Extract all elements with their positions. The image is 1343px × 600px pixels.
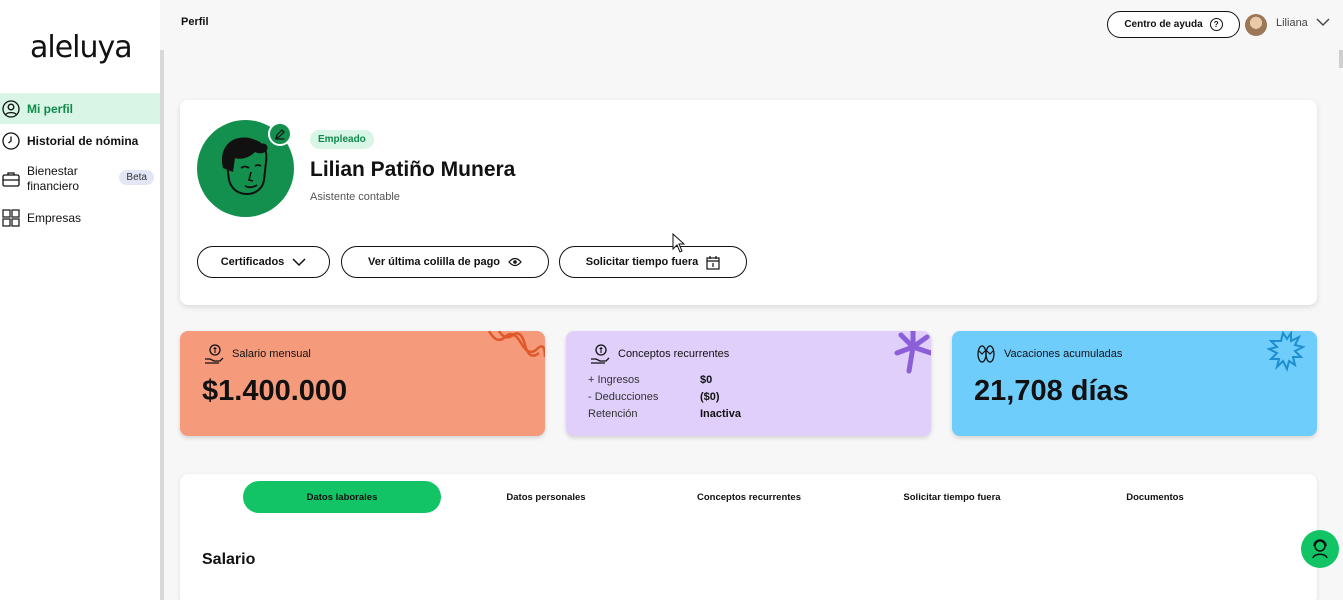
role-badge: Empleado: [310, 130, 374, 149]
sidebar-item-label: Empresas: [27, 211, 82, 225]
support-chat-button[interactable]: [1301, 530, 1339, 568]
chevron-down-icon: [292, 258, 306, 267]
sidebar-item-label: Mi perfil: [27, 101, 74, 116]
money-hand-icon: [205, 344, 224, 364]
squiggle-decoration: [487, 331, 545, 358]
salary-label: Salario mensual: [232, 348, 311, 360]
sidebar-item-empresas[interactable]: Empresas: [0, 206, 160, 230]
question-icon: ?: [1209, 18, 1223, 31]
page-title: Perfil: [181, 16, 209, 28]
vacation-label: Vacaciones acumuladas: [1004, 348, 1123, 360]
job-title: Asistente contable: [310, 191, 400, 203]
salary-value: $1.400.000: [202, 375, 348, 407]
chevron-down-icon[interactable]: [1316, 17, 1330, 27]
tab-documentos[interactable]: Documentos: [1056, 481, 1254, 513]
sandals-icon: [977, 345, 995, 363]
user-avatar[interactable]: [1245, 14, 1267, 36]
certificates-label: Certificados: [220, 256, 285, 268]
deductions-label: - Deducciones: [588, 391, 659, 403]
user-name[interactable]: Liliana: [1276, 17, 1308, 29]
grid-icon: [2, 209, 20, 227]
tab-conceptos-recurrentes[interactable]: Conceptos recurrentes: [650, 481, 848, 513]
tab-datos-personales[interactable]: Datos personales: [447, 481, 645, 513]
beta-badge: Beta: [119, 170, 154, 185]
money-hand-icon: [591, 344, 610, 364]
section-title: Salario: [202, 551, 256, 568]
deductions-value: ($0): [700, 391, 720, 403]
help-center-label: Centro de ayuda: [1124, 19, 1203, 30]
certificates-button[interactable]: Certificados: [197, 246, 330, 278]
sidebar-scrollbar[interactable]: [160, 50, 164, 600]
retention-label: Retención: [588, 408, 638, 420]
eye-icon: [508, 257, 522, 267]
income-label: + Ingresos: [588, 374, 640, 386]
income-value: $0: [700, 374, 713, 386]
recurring-concepts-card: Conceptos recurrentes + Ingresos $0 - De…: [566, 331, 931, 436]
employee-name: Lilian Patiño Munera: [310, 158, 516, 181]
request-time-off-label: Solicitar tiempo fuera: [585, 256, 699, 268]
support-agent-icon: [1312, 539, 1328, 559]
user-circle-icon: [2, 99, 20, 118]
view-payslip-button[interactable]: Ver última colilla de pago: [341, 246, 549, 278]
mouse-cursor-icon: [672, 233, 686, 253]
burst-decoration: [894, 331, 931, 374]
profile-card: Empleado Lilian Patiño Munera Asistente …: [180, 100, 1317, 305]
clock-icon: [2, 132, 20, 150]
edit-avatar-button[interactable]: [268, 122, 292, 146]
salary-card: Salario mensual $1.400.000: [180, 331, 545, 436]
logo[interactable]: aleluya: [30, 30, 133, 65]
sidebar-item-historial[interactable]: Historial de nómina: [0, 129, 160, 153]
main-scrollbar[interactable]: [1339, 50, 1343, 68]
help-center-button[interactable]: Centro de ayuda ?: [1107, 11, 1240, 38]
sidebar: aleluya Mi perfil Historial de nómina Bi…: [0, 0, 160, 600]
calendar-icon: [706, 255, 720, 270]
pencil-icon: [275, 129, 285, 140]
recurring-label: Conceptos recurrentes: [618, 348, 730, 360]
view-payslip-label: Ver última colilla de pago: [367, 256, 501, 268]
sidebar-item-label: Historial de nómina: [27, 134, 139, 148]
tab-datos-laborales[interactable]: Datos laborales: [243, 481, 441, 513]
vacation-card: Vacaciones acumuladas 21,708 días: [952, 331, 1317, 436]
sun-decoration: [1266, 331, 1306, 372]
sidebar-item-bienestar[interactable]: Bienestar financiero Beta: [0, 163, 160, 195]
request-time-off-button[interactable]: Solicitar tiempo fuera: [559, 246, 747, 278]
retention-value: Inactiva: [700, 408, 741, 420]
sidebar-item-mi-perfil[interactable]: Mi perfil: [0, 93, 160, 124]
vacation-value: 21,708 días: [974, 375, 1129, 407]
tab-solicitar-tiempo-fuera[interactable]: Solicitar tiempo fuera: [853, 481, 1051, 513]
briefcase-icon: [2, 170, 20, 188]
sidebar-item-label: Bienestar financiero: [27, 164, 80, 193]
